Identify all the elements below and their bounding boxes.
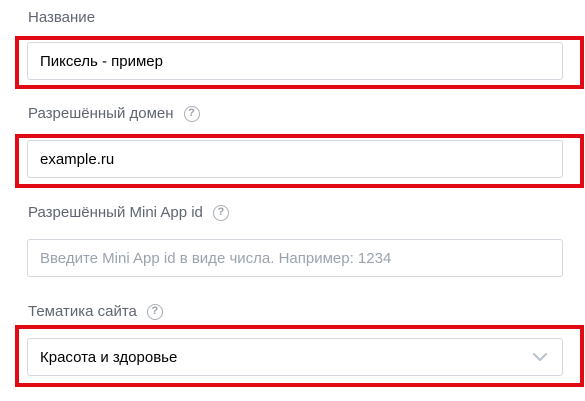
topic-label: Тематика сайта ? bbox=[28, 303, 163, 320]
domain-label: Разрешённый домен ? bbox=[28, 105, 200, 122]
mini-app-id-placeholder: Введите Mini App id в виде числа. Наприм… bbox=[40, 249, 392, 267]
mini-app-label: Разрешённый Mini App id ? bbox=[28, 204, 229, 221]
name-label: Название bbox=[28, 9, 96, 26]
name-input-value: Пиксель - пример bbox=[40, 52, 163, 70]
question-circle-icon[interactable]: ? bbox=[146, 303, 163, 320]
name-input[interactable]: Пиксель - пример bbox=[27, 42, 563, 80]
topic-select[interactable]: Красота и здоровье bbox=[27, 338, 563, 376]
domain-input-value: example.ru bbox=[40, 150, 115, 168]
pixel-settings-form: Название Пиксель - пример Разрешённый до… bbox=[0, 0, 585, 401]
question-circle-icon[interactable]: ? bbox=[212, 204, 229, 221]
chevron-down-icon[interactable] bbox=[532, 351, 548, 363]
mini-app-id-input[interactable]: Введите Mini App id в виде числа. Наприм… bbox=[27, 239, 563, 277]
question-circle-icon[interactable]: ? bbox=[183, 105, 200, 122]
topic-select-value: Красота и здоровье bbox=[40, 348, 178, 366]
domain-input[interactable]: example.ru bbox=[27, 140, 563, 178]
